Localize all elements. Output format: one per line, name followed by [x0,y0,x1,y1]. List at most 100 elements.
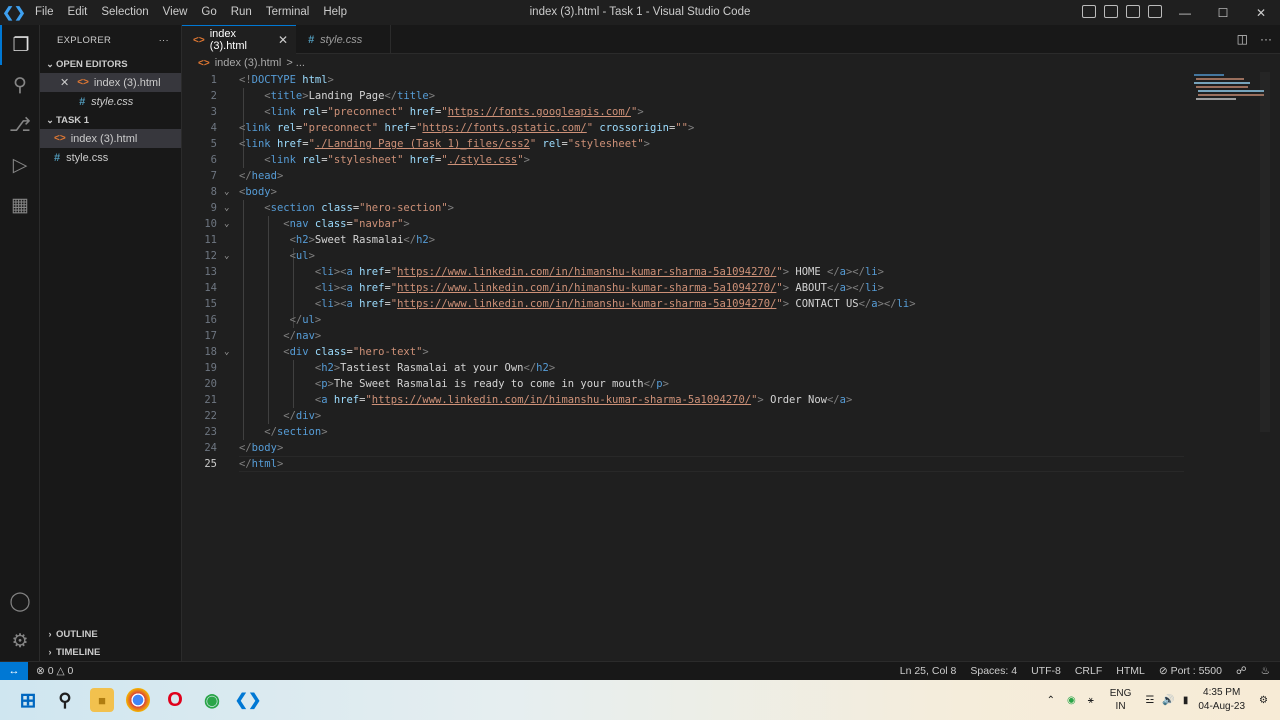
windows-start-icon[interactable]: ⊞ [16,688,40,712]
code-line: <link rel="preconnect" href="https://fon… [239,122,695,134]
breadcrumb-file[interactable]: index (3).html [215,57,282,69]
code-line: </section> [264,426,328,438]
settings-gear-icon[interactable]: ⚙ [0,621,40,661]
open-editors-section[interactable]: ⌄ OPEN EDITORS [40,55,181,73]
close-window-icon[interactable]: ✕ [1242,0,1280,25]
menu-help[interactable]: Help [316,0,354,25]
timeline-section[interactable]: › TIMELINE [40,643,101,661]
live-server-port[interactable]: ⊘ Port : 5500 [1159,665,1222,677]
menu-view[interactable]: View [156,0,195,25]
close-tab-icon[interactable]: ✕ [278,33,288,47]
menu-selection[interactable]: Selection [94,0,155,25]
more-actions-icon[interactable]: ··· [159,35,169,46]
html-file-icon: <> [198,57,210,69]
menu-file[interactable]: File [28,0,61,25]
code-url[interactable]: https://www.linkedin.com/in/himanshu-kum… [372,394,751,406]
open-editor-item[interactable]: # style.css [40,92,181,111]
minimap[interactable] [1184,72,1270,112]
error-count: 0 [47,665,54,677]
menu-run[interactable]: Run [224,0,259,25]
close-icon[interactable]: ✕ [60,76,69,89]
notification-icon[interactable]: ⚙ [1259,695,1268,706]
accounts-icon[interactable]: ◯ [0,581,40,621]
globe-app-icon[interactable]: ◉ [200,688,224,712]
tab-style-css[interactable]: # style.css [297,25,391,54]
code-url[interactable]: ./style.css [448,154,518,166]
indentation[interactable]: Spaces: 4 [970,665,1017,677]
css-file-icon: # [79,95,86,108]
file-explorer-icon[interactable]: ■ [90,688,114,712]
search-icon[interactable]: ⚲ [0,65,40,105]
folder-section[interactable]: ⌄ TASK 1 [40,111,181,129]
battery-icon[interactable]: ▮ [1183,695,1189,706]
file-tree-item[interactable]: <> index (3).html [40,129,181,148]
code-line: <link rel="stylesheet" href="./style.css… [264,154,530,166]
vertical-scrollbar[interactable] [1260,72,1270,432]
toggle-primary-sidebar-icon[interactable] [1082,5,1096,18]
feedback-icon[interactable]: ☍ [1236,665,1247,677]
fold-chevron-icon[interactable]: ⌄ [224,216,229,232]
search-icon[interactable]: ⚲ [53,688,77,712]
customize-layout-icon[interactable] [1148,5,1162,18]
menu-go[interactable]: Go [194,0,223,25]
chrome-icon[interactable] [126,688,150,712]
extensions-icon[interactable]: ▦ [0,185,40,225]
minimap-line [1198,90,1264,92]
open-editor-item[interactable]: ✕ <> index (3).html [40,73,181,92]
fold-chevron-icon[interactable]: ⌄ [224,248,229,264]
volume-icon[interactable]: 🔊 [1162,695,1174,706]
code-line: <ul> [289,250,315,262]
code-text: The Sweet Rasmalai is ready to come in y… [333,378,644,390]
remote-indicator-icon[interactable]: ↔ [0,661,28,681]
toggle-panel-icon[interactable] [1104,5,1118,18]
fold-chevron-icon[interactable]: ⌄ [224,344,229,360]
notifications-bell-icon[interactable]: ♨ [1261,665,1270,677]
code-url[interactable]: https://www.linkedin.com/in/himanshu-kum… [397,298,776,310]
code-text: Sweet Rasmalai [314,234,404,246]
more-actions-icon[interactable]: ··· [1260,32,1272,46]
security-icon[interactable]: ◉ [1067,695,1076,706]
vscode-taskbar-icon[interactable]: ❮❯ [235,688,262,712]
minimap-line [1194,74,1224,76]
toggle-secondary-sidebar-icon[interactable] [1126,5,1140,18]
timeline-label: TIMELINE [56,646,101,658]
chevron-up-icon[interactable]: ⌃ [1047,695,1055,706]
code-editor[interactable]: 1 <!DOCTYPE html> 2 <title>Landing Page</… [182,72,1270,661]
chevron-down-icon: ⌄ [46,114,54,125]
warning-icon: △ [56,665,65,677]
language-indicator[interactable]: ENG IN [1110,687,1132,713]
encoding[interactable]: UTF-8 [1031,665,1061,677]
editor-actions: ◫ ··· [1237,32,1272,46]
code-url[interactable]: https://www.linkedin.com/in/himanshu-kum… [397,282,776,294]
menu-terminal[interactable]: Terminal [259,0,316,25]
code-url[interactable]: https://fonts.gstatic.com/ [422,122,586,134]
source-control-icon[interactable]: ⎇ [0,105,40,145]
microphone-icon[interactable]: ⚹ [1088,695,1094,706]
code-url[interactable]: ./Landing Page (Task 1)_files/css2 [315,138,530,150]
language-mode[interactable]: HTML [1116,665,1145,677]
clock[interactable]: 4:35 PM 04-Aug-23 [1198,686,1245,714]
minimize-icon[interactable]: — [1166,0,1204,25]
tab-index-html[interactable]: <> index (3).html ✕ [182,25,296,54]
minimap-line [1196,86,1248,88]
chevron-down-icon: ⌄ [46,58,54,69]
end-of-line[interactable]: CRLF [1075,665,1102,677]
split-editor-icon[interactable]: ◫ [1237,32,1248,46]
clock-date: 04-Aug-23 [1198,701,1246,712]
problems-indicator[interactable]: ⊗ 0 △ 0 [36,665,73,677]
file-tree-item[interactable]: # style.css [40,148,181,167]
menu-edit[interactable]: Edit [61,0,95,25]
explorer-icon[interactable]: ❐ [0,25,40,65]
run-debug-icon[interactable]: ▷ [0,145,40,185]
code-line: <nav class="navbar"> [283,218,410,230]
code-url[interactable]: https://fonts.googleapis.com/ [448,106,631,118]
maximize-icon[interactable]: ☐ [1204,0,1242,25]
outline-section[interactable]: › OUTLINE [40,625,98,643]
opera-icon[interactable]: O [163,688,187,712]
fold-chevron-icon[interactable]: ⌄ [224,200,229,216]
wifi-icon[interactable]: ☲ [1145,695,1154,706]
fold-chevron-icon[interactable]: ⌄ [224,184,229,200]
cursor-position[interactable]: Ln 25, Col 8 [900,665,957,677]
breadcrumb-rest[interactable]: > ... [286,57,305,69]
code-url[interactable]: https://www.linkedin.com/in/himanshu-kum… [397,266,776,278]
